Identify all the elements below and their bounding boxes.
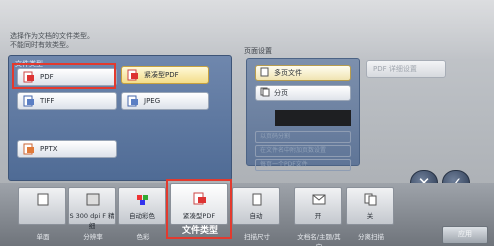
tab-color[interactable]: 自动彩色 色彩 [118,187,166,241]
tab-single-side[interactable]: 单面 [18,187,66,241]
file-type-tab-caption: 文件类型 [181,226,218,236]
message-line2: 不能同时有效类型。 [10,41,73,49]
tab-scan-size[interactable]: 自动 扫描尺寸 [232,187,280,241]
tab-scan-size-caption: 扫描尺寸 [244,233,270,241]
one-pdf-per-page-option[interactable]: 每页一个PDF文件 [255,159,351,171]
separate-page-icon [260,87,270,99]
page-settings-box: 多页文件 分页 以页码分割 在文件名中附加页数设置 每页一个PDF文件 [246,58,360,171]
tab-resolution-caption: 分辨率 [83,233,103,241]
pdf-detail-button[interactable]: PDF 详细设置 [366,60,446,78]
tiff-file-icon [23,95,35,107]
page-settings-panel: 页面设置 多页文件 分页 以页码分割 在文件名中附加页数设置 每页一个PDF文件 [238,44,366,176]
multi-page-label: 多页文件 [274,69,302,77]
pptx-label: PPTX [40,145,58,153]
tab-single-side-caption: 单面 [36,233,50,241]
tab-separate-scan-caption: 分离扫描 [358,233,384,241]
compact-pdf-label: 紧凑型PDF [144,71,179,79]
separate-scan-icon [364,193,378,206]
resolution-icon [86,193,100,206]
page-count-field[interactable] [275,110,351,126]
tab-document-name[interactable]: 开 文档名/主题/其它 [294,187,342,246]
tab-color-value: 自动彩色 [129,212,155,220]
color-icon [136,193,150,206]
tab-resolution-value: S 300 dpi F 精细 [69,212,115,230]
tiff-button[interactable]: TIFF [17,92,117,110]
tab-color-caption: 色彩 [136,233,150,241]
pptx-button[interactable]: PPTX [17,140,117,158]
separate-page-button[interactable]: 分页 [255,85,351,101]
message-line1: 选择作为文档的文件类型。 [10,32,94,40]
apply-button[interactable]: 应用 [442,226,488,244]
compact-pdf-button[interactable]: 紧凑型PDF [121,66,209,84]
jpeg-label: JPEG [144,97,161,105]
single-side-icon [36,193,50,206]
jpeg-button[interactable]: JPEG [121,92,209,110]
page-settings-title: 页面设置 [244,47,272,55]
multi-page-button[interactable]: 多页文件 [255,65,351,81]
instruction-message: 选择作为文档的文件类型。 不能同时有效类型。 [10,32,94,50]
multi-page-icon [260,67,270,79]
tab-separate-scan-value: 关 [366,212,374,220]
device-screen: 选择作为文档的文件类型。 不能同时有效类型。 文件类型 PDF 紧凑型PDF T… [0,0,494,246]
split-option[interactable]: 以页码分割 [255,131,351,143]
tab-separate-scan[interactable]: 关 分离扫描 [346,187,394,241]
pptx-file-icon [23,143,35,155]
pdf-highlight-frame [12,63,116,89]
scan-size-icon [250,193,264,206]
tab-document-name-value: 开 [314,212,322,220]
tab-scan-size-value: 自动 [249,212,263,220]
document-name-icon [312,193,326,206]
separate-page-label: 分页 [274,89,288,97]
tiff-label: TIFF [40,97,55,105]
jpeg-file-icon [127,95,139,107]
append-pages-option[interactable]: 在文件名中附加页数设置 [255,145,351,157]
settings-tab-bar: 单面 S 300 dpi F 精细 分辨率 自动彩色 色彩 紧凑型PDF 自动 … [0,183,494,246]
tab-resolution[interactable]: S 300 dpi F 精细 分辨率 [68,187,116,241]
compact-pdf-icon [127,69,139,81]
tab-document-name-caption: 文档名/主题/其它 [297,233,341,246]
